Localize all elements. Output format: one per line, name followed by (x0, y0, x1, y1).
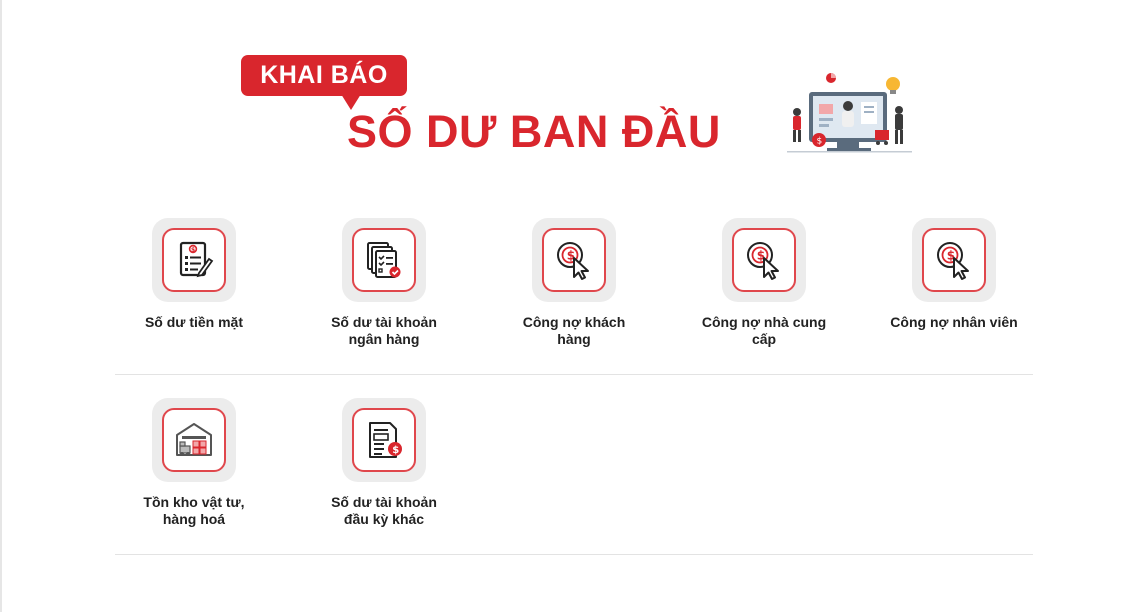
page: KHAI BÁO SỐ DƯ BAN ĐẦU $ $ Số dư tiền mặ… (0, 0, 1139, 612)
invoice-dollar-icon: $ (369, 422, 402, 458)
coin-cursor-icon: $ (937, 242, 969, 280)
bank-documents-icon (367, 242, 401, 278)
tile-icon-box: $ (152, 218, 236, 302)
svg-text:$: $ (191, 247, 195, 254)
cash-document-icon: $ (179, 241, 214, 278)
coin-cursor-icon: $ (747, 242, 779, 280)
divider (115, 554, 1033, 555)
tile-inventory[interactable]: Tồn kho vật tư, hàng hoá (99, 395, 289, 528)
tile-label: Công nợ nhân viên (890, 314, 1018, 330)
tile-icon-box (152, 398, 236, 482)
tile-icon-box: $ (342, 398, 426, 482)
banner-title: SỐ DƯ BAN ĐẦU (347, 106, 721, 157)
banner-illustration: $ (787, 73, 912, 153)
tile-cash-balance[interactable]: $ Số dư tiền mặt (99, 215, 289, 331)
tile-icon-box (342, 218, 426, 302)
divider (115, 374, 1033, 375)
coin-cursor-icon: $ (557, 242, 589, 280)
tile-row-1: $ Số dư tiền mặt Số dư tài khoản ngân hà… (99, 215, 1049, 375)
warehouse-icon (176, 423, 212, 456)
tile-label: Số dư tài khoản ngân hàng (331, 314, 437, 347)
tile-icon-box: $ (912, 218, 996, 302)
tile-employee-debt[interactable]: $ Công nợ nhân viên (859, 215, 1049, 331)
tile-label: Tồn kho vật tư, hàng hoá (143, 494, 245, 527)
tile-supplier-debt[interactable]: $ Công nợ nhà cung cấp (669, 215, 859, 348)
tile-customer-debt[interactable]: $ Công nợ khách hàng (479, 215, 669, 348)
tile-label: Công nợ nhà cung cấp (701, 314, 827, 347)
tile-icon-box: $ (722, 218, 806, 302)
banner-badge: KHAI BÁO (241, 55, 407, 110)
tile-row-2: Tồn kho vật tư, hàng hoá $ Số dư tài kho… (99, 395, 1049, 555)
tile-other-opening-balance[interactable]: $ Số dư tài khoản đầu kỳ khác (289, 395, 479, 528)
tile-bank-balance[interactable]: Số dư tài khoản ngân hàng (289, 215, 479, 348)
tile-label: Số dư tài khoản đầu kỳ khác (331, 494, 437, 527)
tile-icon-box: $ (532, 218, 616, 302)
svg-text:$: $ (817, 137, 823, 147)
svg-text:$: $ (392, 445, 399, 456)
tile-label: Số dư tiền mặt (144, 314, 244, 330)
tile-label: Công nợ khách hàng (522, 314, 626, 347)
